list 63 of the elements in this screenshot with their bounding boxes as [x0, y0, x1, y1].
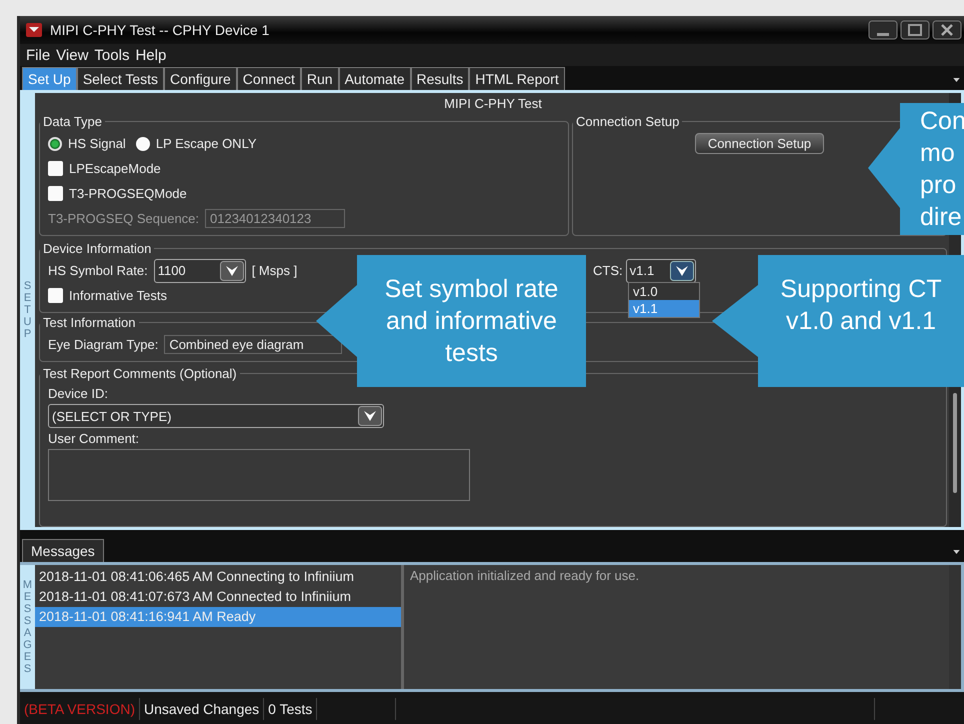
side-label: MESSAGES: [22, 578, 33, 676]
group-title: Test Information: [42, 315, 136, 330]
dropdown-arrow-icon[interactable]: [953, 550, 960, 554]
callout: Supporting CT v1.0 and v1.1: [758, 255, 964, 387]
group-title: Test Report Comments (Optional): [42, 366, 238, 381]
menu-item[interactable]: File: [26, 46, 50, 64]
checkbox[interactable]: [48, 161, 63, 176]
checkbox-label: T3-PROGSEQMode: [69, 186, 187, 201]
tab[interactable]: Automate: [338, 67, 411, 90]
tab[interactable]: Connect: [236, 67, 301, 90]
status-item: (BETA VERSION): [20, 698, 140, 720]
tab[interactable]: Configure: [164, 67, 237, 90]
chevron-icon[interactable]: [220, 260, 244, 280]
message-row[interactable]: 2018-11-01 08:41:06:465 AM Connecting to Infiniium: [35, 567, 401, 587]
field-label: Device ID:: [48, 386, 109, 401]
checkbox-label: LPEscapeMode: [69, 161, 161, 176]
checkbox[interactable]: [48, 186, 63, 201]
menu-item[interactable]: Tools: [94, 46, 130, 64]
symbol-rate-dropdown[interactable]: 1100: [154, 258, 246, 282]
message-row[interactable]: 2018-11-01 08:41:07:673 AM Connected to Infiniium: [35, 587, 401, 607]
checkbox[interactable]: [48, 288, 63, 303]
radio-button[interactable]: [48, 136, 62, 150]
dropdown-option[interactable]: v1.0: [629, 283, 699, 300]
tab[interactable]: Messages: [22, 539, 104, 562]
menu-item[interactable]: Help: [135, 46, 166, 64]
radio-label: HS Signal: [68, 136, 126, 151]
field-label: T3-PROGSEQ Sequence:: [48, 211, 200, 226]
message-text: Application initialized and ready for use.: [410, 568, 640, 583]
callout: Con mo pro dire: [900, 103, 964, 235]
checkbox-label: Informative Tests: [69, 288, 168, 303]
close-icon[interactable]: [932, 20, 962, 40]
group-title: Connection Setup: [575, 114, 680, 129]
radio-label: LP Escape ONLY: [156, 136, 256, 151]
radio-button[interactable]: [136, 136, 150, 150]
unit-label: [ Msps ]: [252, 263, 298, 278]
chevron-icon[interactable]: [670, 260, 694, 280]
tab[interactable]: HTML Report: [469, 67, 565, 90]
tab[interactable]: Run: [300, 67, 339, 90]
side-label: SET UP: [22, 280, 32, 340]
tab[interactable]: Select Tests: [76, 67, 164, 90]
field-label: User Comment:: [48, 431, 140, 446]
callout: Set symbol rate and informative tests: [357, 255, 586, 387]
panel-heading: MIPI C-PHY Test: [443, 95, 543, 113]
scrollbar-thumb[interactable]: [953, 393, 957, 493]
group-title: Data Type: [42, 114, 104, 129]
window-title: MIPI C-PHY Test -- CPHY Device 1: [50, 22, 270, 38]
minimize-icon[interactable]: [868, 20, 898, 40]
field-label: CTS:: [593, 263, 623, 278]
status-item: Unsaved Changes: [140, 698, 264, 720]
chevron-icon[interactable]: [358, 406, 382, 426]
field-label: HS Symbol Rate:: [48, 263, 148, 278]
menu-item[interactable]: View: [56, 46, 88, 64]
dropdown-arrow-icon[interactable]: [953, 78, 960, 82]
tab[interactable]: Results: [410, 67, 470, 90]
app-icon: [26, 23, 42, 37]
field-label: Eye Diagram Type:: [48, 337, 158, 352]
group-title: Device Information: [42, 241, 152, 256]
eye-diagram-dropdown[interactable]: Combined eye diagram: [164, 335, 342, 354]
status-item: 0 Tests: [264, 698, 318, 720]
connection-setup-button[interactable]: Connection Setup: [694, 133, 824, 154]
device-id-dropdown[interactable]: (SELECT OR TYPE): [48, 404, 384, 428]
maximize-icon[interactable]: [900, 20, 930, 40]
cts-dropdown[interactable]: v1.1: [626, 258, 696, 282]
